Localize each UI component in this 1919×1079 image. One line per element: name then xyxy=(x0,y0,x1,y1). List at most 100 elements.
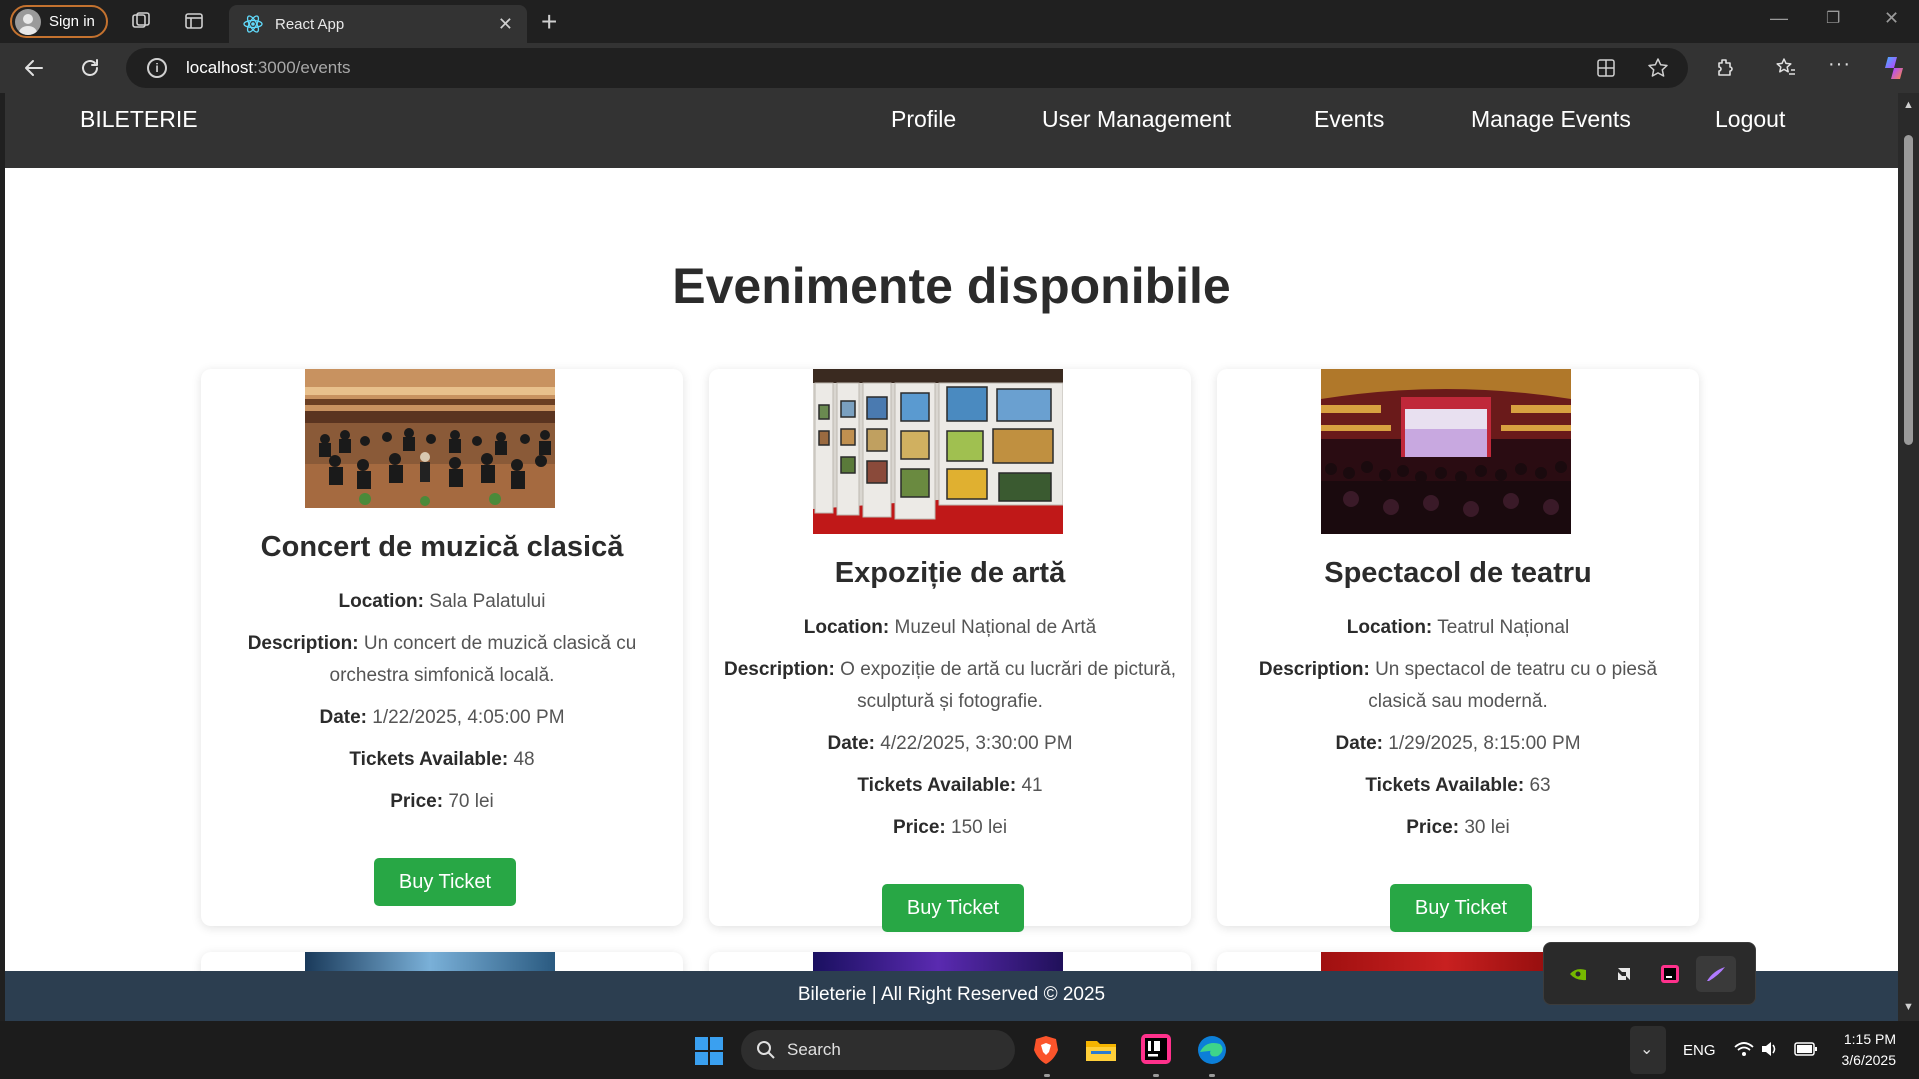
event-card: Concert de muzică clasică Location: Sala… xyxy=(201,369,683,926)
back-icon[interactable] xyxy=(22,56,46,80)
event-location: Muzeul Național de Artă xyxy=(894,617,1097,638)
nav-profile[interactable]: Profile xyxy=(891,106,956,133)
event-info: Location: Teatrul Național Description: … xyxy=(1231,612,1685,854)
vertical-tabs-icon[interactable] xyxy=(183,10,205,32)
url-host: localhost xyxy=(186,58,254,77)
file-explorer-icon[interactable] xyxy=(1085,1037,1117,1063)
browser-toolbar: i localhost:3000/events ··· xyxy=(0,43,1919,93)
apps-icon[interactable] xyxy=(1596,58,1616,78)
date-label: Date: xyxy=(319,707,367,728)
event-title: Expoziție de artă xyxy=(834,557,1066,589)
event-image xyxy=(813,952,1063,972)
description-label: Description: xyxy=(247,633,359,654)
wifi-icon[interactable] xyxy=(1734,1041,1754,1057)
event-description: Un spectacol de teatru cu o piesă clasic… xyxy=(1368,659,1658,712)
scroll-up-icon[interactable]: ▲ xyxy=(1903,99,1914,111)
event-info: Location: Sala Palatului Description: Un… xyxy=(215,586,669,828)
taskbar-search[interactable]: Search xyxy=(741,1030,1015,1070)
search-label: Search xyxy=(787,1040,841,1059)
event-image-theatre xyxy=(1321,369,1571,534)
url-path: :3000/events xyxy=(253,58,351,77)
location-label: Location: xyxy=(1346,617,1433,638)
buy-ticket-button[interactable]: Buy Ticket xyxy=(882,884,1024,932)
event-description: O expoziție de artă cu lucrări de pictur… xyxy=(840,659,1176,712)
brave-browser-icon[interactable] xyxy=(1032,1034,1060,1066)
windows-start-icon[interactable] xyxy=(694,1036,724,1066)
tray-overflow-popup xyxy=(1543,942,1756,1005)
sign-in-button[interactable]: Sign in xyxy=(10,5,108,38)
favorite-star-icon[interactable] xyxy=(1647,57,1669,79)
favorites-icon[interactable] xyxy=(1774,56,1798,80)
buy-ticket-button[interactable]: Buy Ticket xyxy=(374,858,516,906)
page-scrollbar[interactable]: ▲ ▼ xyxy=(1898,93,1919,1021)
scroll-down-icon[interactable]: ▼ xyxy=(1903,1001,1914,1013)
event-date: 1/22/2025, 4:05:00 PM xyxy=(372,707,565,728)
volume-icon[interactable] xyxy=(1760,1041,1778,1057)
event-price: 30 lei xyxy=(1464,817,1510,838)
chevron-down-icon: ⌄ xyxy=(1640,1041,1654,1058)
event-price: 150 lei xyxy=(951,817,1008,838)
site-info-icon[interactable]: i xyxy=(147,58,167,78)
windows-taskbar: Search ⌄ ENG 1:15 PM 3/6/2025 xyxy=(0,1021,1919,1079)
tickets-label: Tickets Available: xyxy=(857,775,1017,796)
clock-date[interactable]: 3/6/2025 xyxy=(1834,1052,1897,1068)
new-tab-icon[interactable]: + xyxy=(541,6,557,38)
nav-manage-events[interactable]: Manage Events xyxy=(1471,106,1631,133)
date-label: Date: xyxy=(827,733,875,754)
more-menu-icon[interactable]: ··· xyxy=(1828,53,1851,76)
clock-time[interactable]: 1:15 PM xyxy=(1840,1031,1896,1047)
browser-tab-strip: Sign in React App ✕ + — ❐ ✕ xyxy=(0,0,1919,43)
nav-user-management[interactable]: User Management xyxy=(1042,106,1231,133)
event-tickets: 41 xyxy=(1021,775,1043,796)
close-window-icon[interactable]: ✕ xyxy=(1884,8,1899,29)
tray-overflow-button[interactable]: ⌄ xyxy=(1630,1026,1666,1074)
event-title: Concert de muzică clasică xyxy=(260,531,624,563)
event-price: 70 lei xyxy=(448,791,494,812)
nvidia-icon[interactable] xyxy=(1558,956,1598,992)
sign-in-label: Sign in xyxy=(49,13,95,30)
event-location: Teatrul Național xyxy=(1437,617,1570,638)
event-date: 4/22/2025, 3:30:00 PM xyxy=(880,733,1073,754)
react-favicon-icon xyxy=(243,15,263,33)
amd-icon[interactable] xyxy=(1604,956,1644,992)
price-label: Price: xyxy=(892,817,946,838)
event-image-art xyxy=(813,369,1063,534)
price-label: Price: xyxy=(1406,817,1460,838)
event-card: Expoziție de artă Location: Muzeul Națio… xyxy=(709,369,1191,932)
refresh-icon[interactable] xyxy=(78,56,102,80)
date-label: Date: xyxy=(1335,733,1383,754)
tickets-label: Tickets Available: xyxy=(349,749,509,770)
page-viewport: BILETERIE Profile User Management Events… xyxy=(5,93,1898,1021)
site-header: BILETERIE Profile User Management Events… xyxy=(5,93,1898,168)
nav-logout[interactable]: Logout xyxy=(1715,106,1785,133)
close-tab-icon[interactable]: ✕ xyxy=(498,14,513,35)
restore-icon[interactable]: ❐ xyxy=(1826,8,1840,28)
event-info: Location: Muzeul Național de Artă Descri… xyxy=(709,612,1191,854)
feather-app-icon[interactable] xyxy=(1696,956,1736,992)
intellij-idea-icon[interactable] xyxy=(1141,1034,1171,1064)
description-label: Description: xyxy=(1258,659,1370,680)
buy-ticket-button[interactable]: Buy Ticket xyxy=(1390,884,1532,932)
event-title: Spectacol de teatru xyxy=(1324,557,1592,589)
site-brand[interactable]: BILETERIE xyxy=(80,106,198,133)
tickets-label: Tickets Available: xyxy=(1365,775,1525,796)
address-bar[interactable]: i localhost:3000/events xyxy=(126,48,1688,88)
extensions-icon[interactable] xyxy=(1713,56,1737,80)
minimize-icon[interactable]: — xyxy=(1770,8,1788,29)
tab-react-app[interactable]: React App ✕ xyxy=(229,5,527,43)
location-label: Location: xyxy=(338,591,425,612)
location-label: Location: xyxy=(803,617,890,638)
page-title: Evenimente disponibile xyxy=(672,258,1231,314)
jetbrains-toolbox-icon[interactable] xyxy=(1650,956,1690,992)
language-indicator[interactable]: ENG xyxy=(1683,1042,1716,1059)
battery-icon[interactable] xyxy=(1794,1041,1818,1057)
profile-avatar-icon xyxy=(15,8,41,35)
description-label: Description: xyxy=(724,659,835,680)
price-label: Price: xyxy=(390,791,444,812)
scroll-thumb[interactable] xyxy=(1904,135,1913,445)
edge-browser-icon[interactable] xyxy=(1196,1034,1228,1066)
copilot-icon[interactable] xyxy=(1880,54,1908,82)
workspaces-icon[interactable] xyxy=(130,10,152,32)
nav-events[interactable]: Events xyxy=(1314,106,1384,133)
event-card: Spectacol de teatru Location: Teatrul Na… xyxy=(1217,369,1699,932)
